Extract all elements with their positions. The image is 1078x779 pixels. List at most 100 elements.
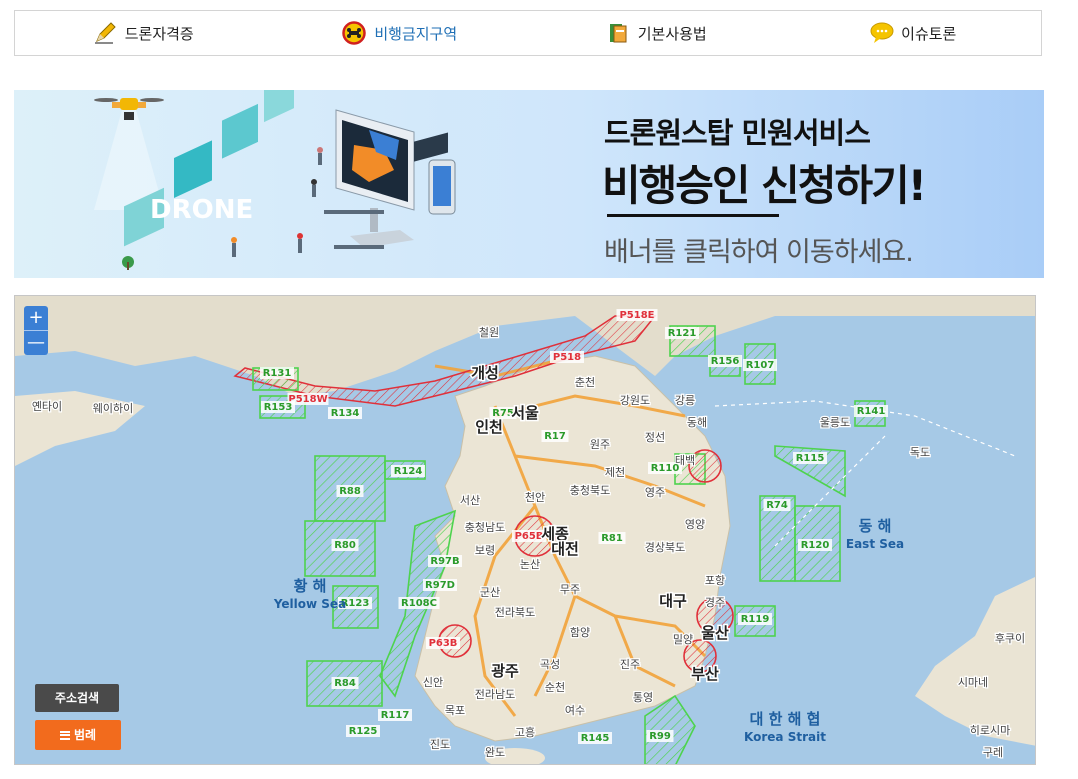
zone-label-r17[interactable]: R17 [541,430,569,442]
svg-text:R141: R141 [857,406,886,417]
nav-item-no-fly-zone[interactable]: 비행금지구역 [272,11,529,55]
zone-label-p518[interactable]: P518 [550,351,584,363]
zone-label-r88[interactable]: R88 [336,485,364,497]
zone-label-r99[interactable]: R99 [646,730,674,742]
svg-text:R156: R156 [711,356,740,367]
zone-label-r156[interactable]: R156 [708,355,742,367]
place-label: 개성 [471,364,499,382]
zone-label-r145[interactable]: R145 [578,732,612,744]
svg-text:R124: R124 [394,466,423,477]
svg-text:P518E: P518E [619,310,654,321]
place-label: 순천 [545,680,565,694]
zoom-in-button[interactable]: + [24,306,48,330]
place-label: 정선 [645,431,665,444]
speech-bubble-icon [869,21,894,45]
svg-text:R84: R84 [334,678,356,689]
place-label: 춘천 [575,375,595,389]
svg-text:R119: R119 [741,614,770,625]
place-label: 무주 [560,583,580,596]
place-label: 서울 [511,404,539,422]
svg-text:R81: R81 [601,533,623,544]
nav-item-basic-usage[interactable]: 기본사용법 [528,11,785,55]
place-label: 구레 [983,746,1003,759]
zone-label-r97d[interactable]: R97D [423,579,457,591]
place-label: 밀양 [673,633,693,646]
svg-text:R74: R74 [766,500,788,511]
place-label: 원주 [590,438,610,451]
place-label: 전라북도 [495,606,535,619]
zone-label-p518e[interactable]: P518E [616,309,658,321]
place-label: 고흥 [515,725,535,739]
place-label: 인천 [475,418,503,436]
svg-text:R88: R88 [339,486,361,497]
nav-label: 드론자격증 [124,24,194,43]
east-sea-label: 동 해 [859,517,892,535]
zone-label-r81[interactable]: R81 [598,532,626,544]
place-label: 통영 [633,691,653,704]
place-label: 부산 [691,665,719,683]
place-label: 대전 [551,540,579,558]
svg-text:R125: R125 [349,726,378,737]
drone-city-illustration: DRONE [94,90,456,270]
svg-text:R145: R145 [581,733,610,744]
address-search-button[interactable]: 주소검색 [35,684,119,712]
zone-label-r97b[interactable]: R97B [428,555,462,567]
place-label: 웨이하이 [93,401,133,415]
legend-button[interactable]: 범례 [35,720,121,750]
zone-label-r131[interactable]: R131 [260,367,294,379]
place-label: 진주 [620,658,640,671]
place-label: 대구 [659,592,687,610]
zone-label-r141[interactable]: R141 [854,405,888,417]
nav-label: 이슈토론 [901,24,957,43]
place-label: 후쿠이 [995,632,1025,645]
zone-label-p63b[interactable]: P63B [426,637,460,649]
banner-subtitle: 드론원스탑 민원서비스 [604,116,871,150]
place-label: 충청북도 [570,484,610,497]
zone-label-r74[interactable]: R74 [763,499,791,511]
svg-text:R97D: R97D [425,580,455,591]
korea-strait-label: 대 한 해 협 [750,710,821,728]
map-canvas[interactable]: P518P518EP518WP65BP63BR121R156 R107R131R1… [15,296,1036,765]
svg-text:R108C: R108C [401,598,437,609]
place-label: 목포 [445,704,465,717]
zone-label-r84[interactable]: R84 [331,677,359,689]
place-label: 충청남도 [465,521,505,534]
zone-label-r80[interactable]: R80 [331,539,359,551]
zone-label-r119[interactable]: R119 [738,613,772,625]
zone-label-r107[interactable]: R107 [743,359,777,371]
place-label: 광주 [491,662,519,680]
place-label: 여수 [565,704,585,717]
yellow-sea-en-label: Yellow Sea [273,597,346,611]
place-label: 독도 [910,446,930,459]
zone-label-r121[interactable]: R121 [665,327,699,339]
nav-item-issue-discussion[interactable]: 이슈토론 [785,11,1042,55]
svg-text:R17: R17 [544,431,566,442]
place-label: 함양 [570,626,590,639]
menu-icon [59,730,70,740]
banner-caption: 배너를 클릭하여 이동하세요. [604,237,914,268]
zone-label-r120[interactable]: R120 [798,539,832,551]
place-label: 완도 [485,746,505,759]
zone-label-r117[interactable]: R117 [378,709,412,721]
flight-approval-banner[interactable]: DRONE 드론원스탑 민원서비스 비행승인 신청하기! 배너를 클릭하여 이동… [14,90,1044,278]
place-label: 시마네 [958,676,988,689]
place-label: 포항 [705,574,725,587]
nav-item-drone-license[interactable]: 드론자격증 [15,11,272,55]
svg-text:R117: R117 [381,710,410,721]
zone-label-r108c[interactable]: R108C [398,597,440,609]
place-label: 논산 [520,558,540,571]
pencil-icon [93,21,117,45]
zone-label-r124[interactable]: R124 [391,465,425,477]
zone-label-r134[interactable]: R134 [328,407,362,419]
zone-label-r115[interactable]: R115 [793,452,827,464]
zone-label-r125[interactable]: R125 [346,725,380,737]
place-label: 영주 [645,486,665,499]
zoom-out-button[interactable]: — [24,330,48,355]
banner-divider [607,214,779,217]
place-label: 태백 [675,454,695,467]
no-fly-zone-map[interactable]: P518 P518E P518W P65B P63B R121 R156 R107 R131 R1… [14,295,1036,765]
svg-text:R99: R99 [649,731,671,742]
zone-label-r153[interactable]: R153 [261,401,295,413]
place-label: 히로시마 [970,723,1010,737]
place-label: 신안 [423,676,443,689]
